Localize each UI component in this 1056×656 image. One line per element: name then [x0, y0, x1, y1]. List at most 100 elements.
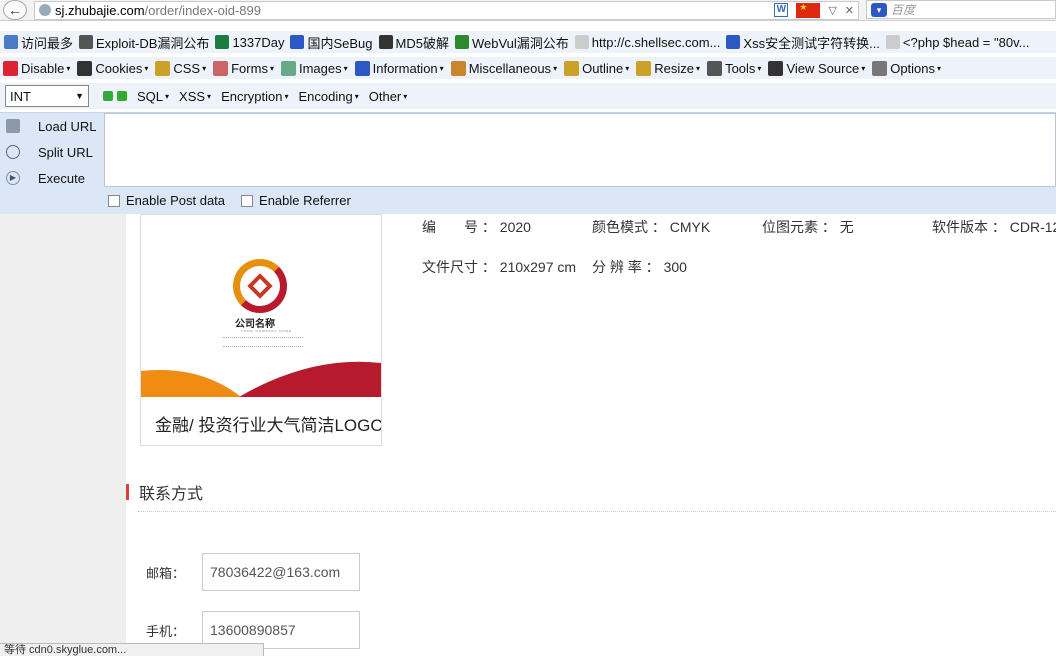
toolbar-menu-label: Tools: [725, 60, 756, 76]
minus-icon[interactable]: [103, 91, 113, 101]
enable-referrer-label: Enable Referrer: [259, 193, 351, 208]
info-icon: [354, 60, 370, 76]
email-row: 邮箱： 78036422@163.com: [146, 553, 360, 591]
hackbar-menu-xss[interactable]: XSS ▾: [179, 89, 211, 104]
toolbar-menu-label: Forms: [231, 60, 268, 76]
enable-post-checkbox[interactable]: Enable Post data: [108, 193, 225, 208]
caret-down-icon: ▾: [343, 63, 348, 73]
meta-bitmap-value: 无: [839, 219, 854, 235]
dropdown-arrow-icon[interactable]: ▽: [828, 4, 836, 17]
toolbar-menu-miscellaneous[interactable]: Miscellaneous ▾: [450, 60, 557, 76]
meta-size: 文件尺寸 ： 210x297 cm: [422, 257, 576, 277]
toolbar-menu-css[interactable]: CSS ▾: [155, 60, 207, 76]
web-developer-toolbar: Disable ▾ Cookies ▾ CSS ▾ Forms ▾ Images ▾ Informa…: [0, 57, 1056, 79]
meta-bitmap: 位图元素 ： 无: [762, 217, 854, 237]
word-icon[interactable]: W: [774, 3, 789, 17]
meta-size-value: 210x297 cm: [499, 259, 577, 275]
caret-down-icon: ▾: [202, 63, 207, 73]
hackbar-menu-other[interactable]: Other ▾: [369, 89, 408, 104]
options-icon: [872, 60, 888, 76]
hackbar-menu-label: Encoding: [298, 88, 353, 104]
toolbar-menu-label: Cookies: [95, 60, 143, 76]
url-input[interactable]: sj.zhubajie.com/order/index-oid-899 W ▽ …: [34, 0, 859, 20]
toolbar-menu-images[interactable]: Images ▾: [280, 60, 348, 76]
bookmark-item[interactable]: Exploit-DB漏洞公布: [79, 33, 209, 52]
bookmark-item[interactable]: 国内SeBug: [290, 33, 373, 52]
toolbar-menu-forms[interactable]: Forms ▾: [213, 60, 274, 76]
toolbar-menu-label: Images: [298, 60, 342, 76]
pencil-icon: [564, 60, 580, 76]
meta-resolution-label: 分 辨 率 ：: [592, 259, 660, 275]
enable-referrer-checkbox[interactable]: Enable Referrer: [241, 193, 351, 208]
caret-down-icon: ▾: [937, 63, 942, 73]
bookmark-item[interactable]: WebVul漏洞公布: [454, 33, 569, 52]
execute-button[interactable]: ▶ Execute: [0, 165, 104, 191]
scissors-icon: [6, 145, 20, 159]
bookmark-item[interactable]: Xss安全测试字符转换...: [726, 33, 880, 52]
image-icon: [280, 60, 296, 76]
toolbar-menu-label: View Source: [786, 60, 860, 76]
toolbar-menu-options[interactable]: Options ▾: [872, 60, 942, 76]
email-label: 邮箱：: [146, 565, 186, 581]
phone-label: 手机：: [146, 623, 186, 639]
url-textarea[interactable]: [104, 113, 1056, 187]
enable-post-label: Enable Post data: [126, 193, 226, 208]
toolbar-menu-disable[interactable]: Disable ▾: [3, 60, 71, 76]
meta-bitmap-label: 位图元素 ：: [762, 219, 836, 235]
bookmark-item[interactable]: MD5破解: [378, 33, 449, 52]
caret-down-icon: ▾: [144, 63, 149, 73]
back-arrow-icon: ←: [3, 0, 27, 20]
email-field[interactable]: 78036422@163.com: [202, 553, 360, 591]
close-icon[interactable]: ✕: [845, 4, 854, 17]
product-card[interactable]: 公司名称 YOUR COMPANY NAME 金融/ 投资行业大气简洁LOGO: [140, 214, 382, 446]
bookmark-label: 访问最多: [21, 35, 74, 51]
toolbar-menu-label: Options: [890, 60, 936, 76]
user-icon: [77, 60, 93, 76]
toolbar-menu-label: Information: [372, 60, 438, 76]
toolbar-menu-label: Disable: [21, 60, 65, 76]
plus-minus-controls[interactable]: [103, 91, 127, 101]
bookmark-item[interactable]: <?php $head = "80v...: [885, 35, 1029, 50]
toolbar-menu-information[interactable]: Information ▾: [354, 60, 444, 76]
meta-id-label: 编 号 ：: [422, 219, 496, 235]
bookmark-label: 1337Day: [232, 34, 285, 50]
product-image[interactable]: 公司名称 YOUR COMPANY NAME: [141, 215, 381, 397]
source-icon: [768, 60, 784, 76]
caret-down-icon: ▾: [439, 63, 444, 73]
product-wave-graphic: [141, 361, 381, 397]
section-divider: [138, 511, 1056, 512]
back-button[interactable]: ←: [0, 0, 30, 21]
plus-icon[interactable]: [117, 91, 127, 101]
hackbar-menu-encoding[interactable]: Encoding ▾: [299, 89, 359, 104]
hackbar-actions: Load URL Split URL ▶ Execute: [0, 113, 104, 187]
search-input[interactable]: ▾ 百度: [866, 0, 1056, 19]
toolbar-menu-cookies[interactable]: Cookies ▾: [77, 60, 149, 76]
split-url-button[interactable]: Split URL: [0, 139, 104, 165]
int-select-value: INT: [10, 88, 31, 104]
hackbar-menu-encryption[interactable]: Encryption ▾: [221, 89, 288, 104]
toolbar-menu-label: Resize: [654, 60, 695, 76]
bookmark-item[interactable]: 访问最多: [4, 33, 73, 52]
section-accent-bar: [126, 484, 129, 500]
checkbox-box[interactable]: [108, 194, 120, 207]
caret-down-icon: ▾: [207, 91, 212, 101]
toolbar-menu-tools[interactable]: Tools ▾: [707, 60, 761, 76]
product-title[interactable]: 金融/ 投资行业大气简洁LOGO: [155, 411, 381, 436]
checkbox-box[interactable]: [241, 194, 254, 207]
meta-software-value: CDR-12: [1009, 219, 1056, 235]
contact-title-text: 联系方式: [139, 486, 204, 503]
toolbar-menu-resize[interactable]: Resize ▾: [636, 60, 700, 76]
hackbar-menu-sql[interactable]: SQL ▾: [137, 89, 169, 104]
exploit-db-icon: [79, 35, 94, 49]
bookmark-item[interactable]: 1337Day: [215, 35, 284, 50]
baidu-paw-icon[interactable]: ▾: [871, 2, 887, 17]
load-url-button[interactable]: Load URL: [0, 113, 104, 139]
int-select[interactable]: INT ▼: [5, 85, 89, 107]
bookmark-label: MD5破解: [395, 35, 449, 51]
page-icon: [574, 35, 589, 49]
split-url-label: Split URL: [38, 144, 93, 160]
toolbar-menu-view-source[interactable]: View Source ▾: [768, 60, 865, 76]
toolbar-menu-outline[interactable]: Outline ▾: [564, 60, 629, 76]
bookmark-item[interactable]: http://c.shellsec.com...: [574, 35, 720, 50]
caret-down-icon: ▾: [66, 63, 71, 73]
